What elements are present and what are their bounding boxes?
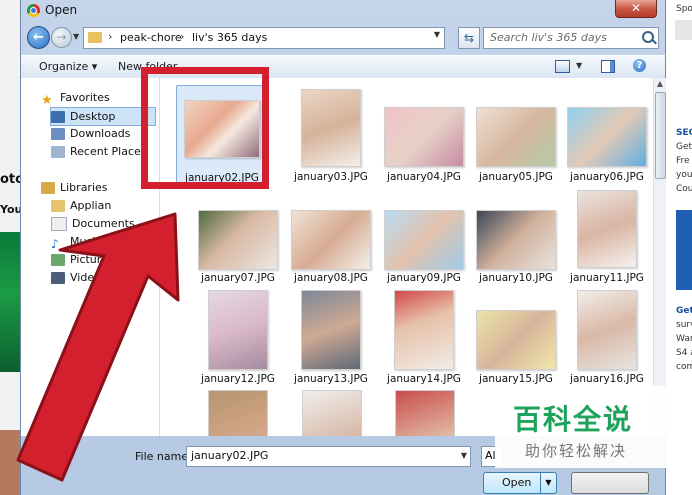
watermark-logo: 百科全说 — [513, 403, 634, 436]
watermark: 百科全说 助你轻松解决 — [495, 386, 667, 468]
watermark-subtitle: 助你轻松解决 — [525, 442, 628, 460]
